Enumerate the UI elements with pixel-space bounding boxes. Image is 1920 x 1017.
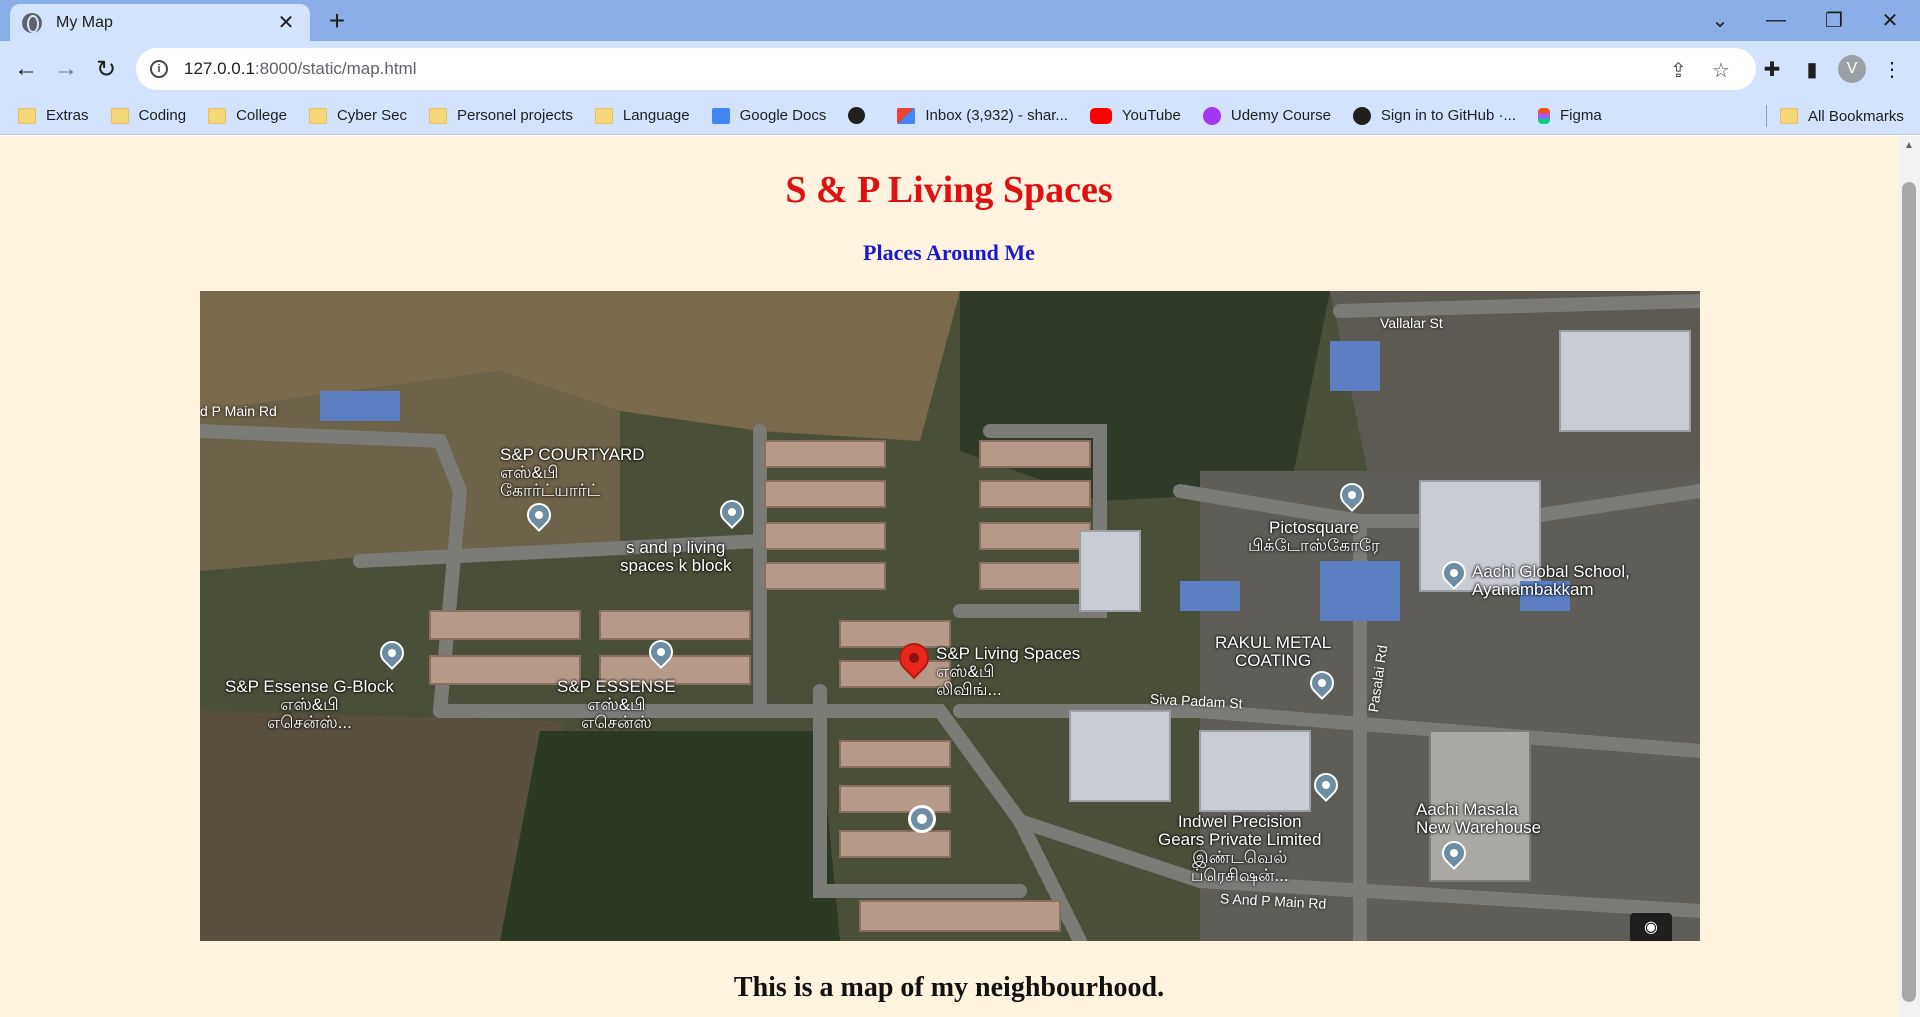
bookmark-coding[interactable]: Coding	[110, 107, 186, 124]
place-pin[interactable]	[1312, 773, 1340, 807]
menu-icon[interactable]: ⋮	[1876, 53, 1908, 85]
browser-toolbar: ← → ↻ i 127.0.0.1:8000/static/map.html ⇪…	[0, 41, 1920, 97]
folder-icon	[428, 107, 447, 124]
globe-icon	[848, 107, 866, 124]
folder-icon	[308, 107, 327, 124]
gmail-icon	[897, 107, 916, 124]
all-bookmarks-button[interactable]: All Bookmarks	[1780, 97, 1904, 135]
bookmarks-bar: Extras Coding College Cyber Sec Personel…	[0, 97, 1920, 135]
bookmark-udemy[interactable]: Udemy Course	[1202, 106, 1331, 125]
place-pin[interactable]	[378, 641, 406, 675]
reload-button[interactable]: ↻	[90, 53, 122, 85]
bookmark-gmail[interactable]: Inbox (3,932) - shar...	[897, 107, 1068, 124]
bookmark-star-icon[interactable]: ☆	[1712, 58, 1730, 83]
address-bar[interactable]: i 127.0.0.1:8000/static/map.html ⇪ ☆	[136, 48, 1756, 90]
bookmark-cyber-sec[interactable]: Cyber Sec	[308, 107, 407, 124]
back-button[interactable]: ←	[10, 53, 42, 85]
place-label-rakul-metal[interactable]: RAKUL METAL COATING	[1215, 634, 1331, 670]
map-caption: This is a map of my neighbourhood.	[733, 972, 1165, 1003]
place-label-pictosquare[interactable]: Pictosquare பிக்டோஸ்கோரே	[1248, 519, 1380, 555]
folder-icon	[208, 107, 227, 124]
minimize-button[interactable]: —	[1748, 0, 1804, 41]
place-label-sp-essense[interactable]: S&P ESSENSE எஸ்&பி எசென்ஸ்	[557, 678, 676, 732]
bookmark-personel-projects[interactable]: Personel projects	[428, 107, 573, 124]
github-icon	[1352, 106, 1371, 125]
folder-icon	[1780, 108, 1798, 124]
scroll-up-arrow-icon[interactable]: ▲	[1904, 140, 1914, 151]
folder-icon	[594, 107, 613, 124]
bookmark-github[interactable]: Sign in to GitHub ·...	[1352, 106, 1516, 125]
selected-location-pin[interactable]	[897, 643, 931, 687]
place-pin[interactable]	[1440, 841, 1468, 875]
bookmark-globe[interactable]	[848, 107, 875, 124]
youtube-icon	[1089, 107, 1112, 124]
figma-icon	[1537, 107, 1550, 124]
bookmark-extras[interactable]: Extras	[18, 107, 89, 124]
place-pin[interactable]	[718, 500, 746, 534]
new-tab-button[interactable]: +	[322, 6, 352, 36]
folder-icon	[18, 107, 36, 124]
side-panel-icon[interactable]: ▮	[1796, 53, 1828, 85]
globe-icon	[22, 12, 42, 33]
place-label-sp-courtyard[interactable]: S&P COURTYARD எஸ்&பி கோர்ட்யார்ட்	[500, 446, 645, 500]
satellite-imagery	[200, 291, 1700, 941]
avatar: V	[1838, 55, 1866, 83]
street-vallalar-st: Vallalar St	[1380, 315, 1443, 331]
profile-button[interactable]: V	[1836, 53, 1868, 85]
place-label-indwel-precision[interactable]: Indwel Precision Gears Private Limited இ…	[1158, 813, 1321, 885]
bookmarks-divider	[1766, 105, 1767, 127]
tab-search-icon[interactable]: ⌄	[1692, 0, 1748, 41]
place-pin[interactable]	[1308, 671, 1336, 705]
url-host: 127.0.0.1	[184, 59, 255, 78]
place-pin[interactable]	[647, 640, 675, 674]
tab-strip: My Map ✕ + ⌄ — ❐ ✕	[0, 0, 1920, 41]
tab-my-map[interactable]: My Map ✕	[10, 4, 310, 41]
udemy-icon	[1202, 106, 1221, 125]
place-label-aachi-masala[interactable]: Aachi Masala New Warehouse	[1416, 801, 1541, 837]
window-close-button[interactable]: ✕	[1862, 0, 1918, 41]
school-pin[interactable]	[1440, 561, 1468, 595]
site-info-icon[interactable]: i	[150, 60, 168, 78]
folder-icon	[110, 107, 129, 124]
page-body: S & P Living Spaces Places Around Me Val…	[0, 136, 1898, 1017]
tab-title: My Map	[56, 13, 113, 31]
google-docs-icon	[711, 107, 730, 124]
scrollbar-thumb[interactable]	[1902, 182, 1916, 1002]
embedded-map[interactable]: Vallalar St d P Main Rd Siva Padam St Pa…	[200, 291, 1700, 941]
page-scrollbar[interactable]: ▲	[1898, 136, 1920, 1017]
place-label-aachi-global-school[interactable]: Aachi Global School, Ayanambakkam	[1472, 563, 1630, 599]
bookmark-youtube[interactable]: YouTube	[1089, 107, 1181, 124]
page-title: S & P Living Spaces	[785, 169, 1113, 211]
place-label-essense-g-block[interactable]: S&P Essense G-Block எஸ்&பி எசென்ஸ்...	[225, 678, 394, 732]
page-subtitle: Places Around Me	[863, 240, 1035, 265]
close-tab-icon[interactable]: ✕	[274, 10, 298, 35]
bookmark-google-docs[interactable]: Google Docs	[711, 107, 826, 124]
bookmark-figma[interactable]: Figma	[1537, 107, 1602, 124]
location-marker-icon[interactable]	[908, 805, 936, 833]
street-view-icon[interactable]: ◉	[1630, 913, 1672, 941]
place-label-sp-living-spaces[interactable]: S&P Living Spaces எஸ்&பி லிவிங்...	[936, 645, 1080, 699]
bookmark-college[interactable]: College	[208, 107, 287, 124]
extensions-icon[interactable]: ✚	[1756, 53, 1788, 85]
share-icon[interactable]: ⇪	[1670, 58, 1687, 83]
place-label-k-block[interactable]: s and p living spaces k block	[620, 539, 732, 575]
place-pin[interactable]	[1338, 483, 1366, 517]
street-sp-main-rd: d P Main Rd	[200, 403, 277, 419]
url-path: :8000/static/map.html	[254, 59, 417, 78]
place-pin[interactable]	[525, 503, 553, 537]
forward-button[interactable]: →	[50, 53, 82, 85]
restore-button[interactable]: ❐	[1806, 0, 1862, 41]
bookmark-language[interactable]: Language	[594, 107, 690, 124]
